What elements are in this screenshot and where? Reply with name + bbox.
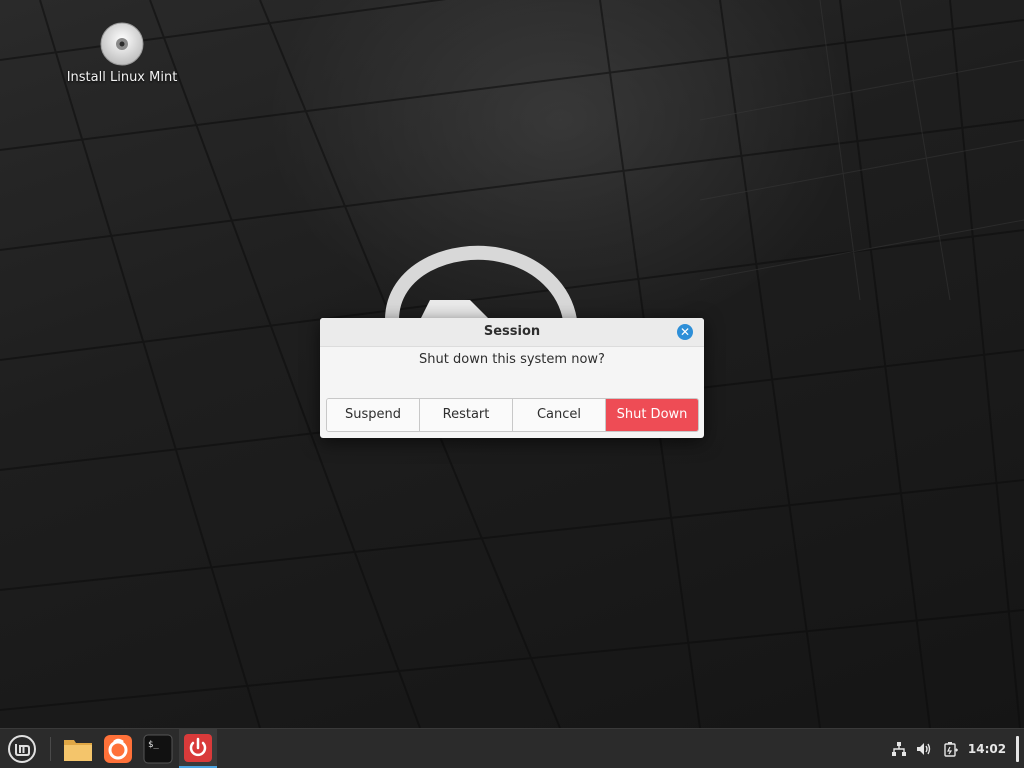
dialog-title: Session [483,324,541,339]
volume-tray[interactable] [914,729,934,768]
files-launcher[interactable] [59,729,97,768]
cd-disc-icon [100,22,144,66]
dialog-message: Shut down this system now? [419,352,605,367]
folder-icon [64,739,92,761]
mint-menu-button[interactable] [0,729,44,768]
battery-icon [944,741,958,757]
mint-menu-icon [8,734,36,763]
taskbar-separator [50,737,51,761]
panel-edge-handle [1014,729,1020,768]
network-tray[interactable] [889,729,909,768]
taskbar: $_ 14:02 [0,728,1024,768]
power-icon [184,733,212,762]
firefox-launcher[interactable] [99,729,137,768]
dialog-button-group: Suspend Restart Cancel Shut Down [326,398,699,432]
volume-icon [917,742,931,755]
mint-logo-watermark [385,245,577,322]
close-icon[interactable]: ✕ [677,324,693,340]
clock[interactable]: 14:02 [966,729,1008,768]
power-launcher[interactable] [179,729,217,768]
restart-button[interactable]: Restart [420,399,513,431]
desktop-icon-label: Install Linux Mint [66,70,178,85]
svg-text:$_: $_ [148,740,159,750]
terminal-launcher[interactable]: $_ [139,729,177,768]
firefox-icon [104,734,132,763]
dialog-titlebar: Session ✕ [320,318,704,347]
network-icon [892,741,906,756]
shutdown-button[interactable]: Shut Down [606,399,698,431]
cancel-button[interactable]: Cancel [513,399,606,431]
desktop-icon-install-linux-mint[interactable]: Install Linux Mint [62,22,182,85]
session-dialog: Session ✕ Shut down this system now? Sus… [320,318,704,438]
suspend-button[interactable]: Suspend [327,399,420,431]
terminal-icon: $_ [143,734,173,763]
battery-tray[interactable] [941,729,961,768]
